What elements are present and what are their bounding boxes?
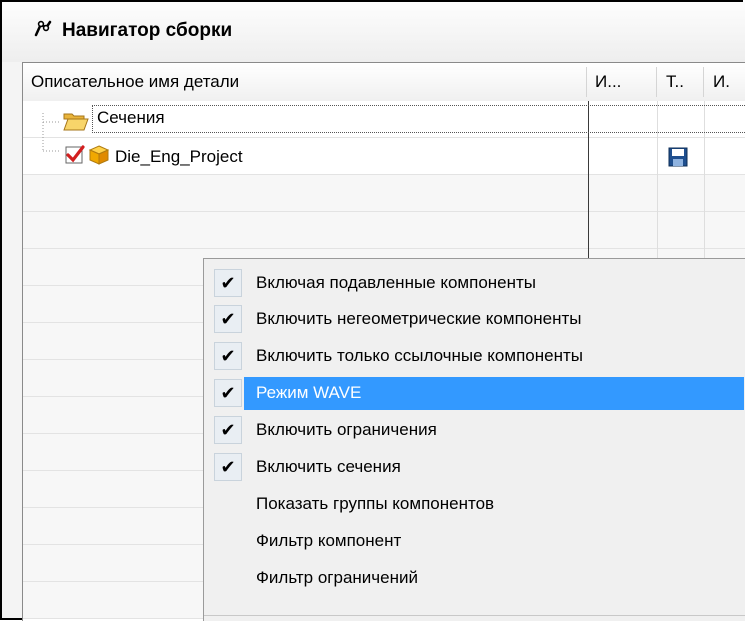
menu-item-label: Включая подавленные компоненты [256, 273, 537, 292]
check-icon: ✔ [214, 342, 242, 370]
menu-item-constraint-filter[interactable]: Фильтр ограничений [204, 560, 745, 596]
window-title: Навигатор сборки [62, 20, 233, 41]
check-icon: ✔ [214, 379, 242, 407]
check-icon: ✔ [214, 305, 242, 333]
check-icon: ✔ [214, 269, 242, 297]
column-divider[interactable] [586, 67, 587, 97]
menu-item-include-sections[interactable]: ✔ Включить сечения [204, 449, 745, 485]
checkbox-checked-icon[interactable] [65, 145, 85, 165]
focus-rect [92, 105, 745, 133]
menu-item-wave-mode[interactable]: ✔ Режим WAVE [204, 375, 745, 411]
menu-item-include-suppressed[interactable]: ✔ Включая подавленные компоненты [204, 265, 745, 301]
menu-item-label: Фильтр ограничений [256, 568, 418, 587]
check-icon: ✔ [214, 453, 242, 481]
menu-item-component-filter[interactable]: Фильтр компонент [204, 523, 745, 559]
column-header-name[interactable]: Описательное имя детали [31, 63, 581, 101]
menu-item-label: Включить ограничения [256, 420, 437, 439]
column-divider[interactable] [703, 67, 704, 97]
column-header-i2[interactable]: И. [713, 63, 743, 101]
project-label[interactable]: Die_Eng_Project [115, 147, 243, 167]
menu-item-label: Фильтр компонент [256, 531, 402, 550]
column-header-row: Описательное имя детали И... Т.. И. [23, 63, 745, 102]
menu-item-reference-only[interactable]: ✔ Включить только ссылочные компоненты [204, 338, 745, 374]
folder-open-icon [63, 113, 89, 131]
check-icon: ✔ [214, 416, 242, 444]
assembly-navigator-icon [34, 20, 52, 37]
menu-item-label: Включить сечения [256, 457, 401, 476]
save-disk-icon [668, 147, 688, 167]
column-divider[interactable] [656, 67, 657, 97]
title-bar: Навигатор сборки [2, 2, 745, 62]
context-menu: ✔ Включая подавленные компоненты ✔ Включ… [203, 258, 745, 621]
column-header-t[interactable]: Т.. [666, 63, 696, 101]
menu-item-include-nongeometric[interactable]: ✔ Включить негеометрические компоненты [204, 301, 745, 337]
sections-label[interactable]: Сечения [97, 108, 165, 128]
menu-item-label: Показать группы компонентов [256, 494, 495, 513]
column-header-i[interactable]: И... [595, 63, 645, 101]
part-cube-icon [88, 145, 110, 165]
menu-item-label: Режим WAVE [256, 383, 362, 402]
menu-item-label: Включить только ссылочные компоненты [256, 346, 583, 365]
tree-row [23, 175, 745, 212]
menu-item-label: Включить негеометрические компоненты [256, 309, 582, 328]
menu-item-include-constraints[interactable]: ✔ Включить ограничения [204, 412, 745, 448]
menu-item-show-component-groups[interactable]: Показать группы компонентов [204, 486, 745, 522]
menu-separator [204, 615, 745, 616]
tree-row [23, 212, 745, 249]
